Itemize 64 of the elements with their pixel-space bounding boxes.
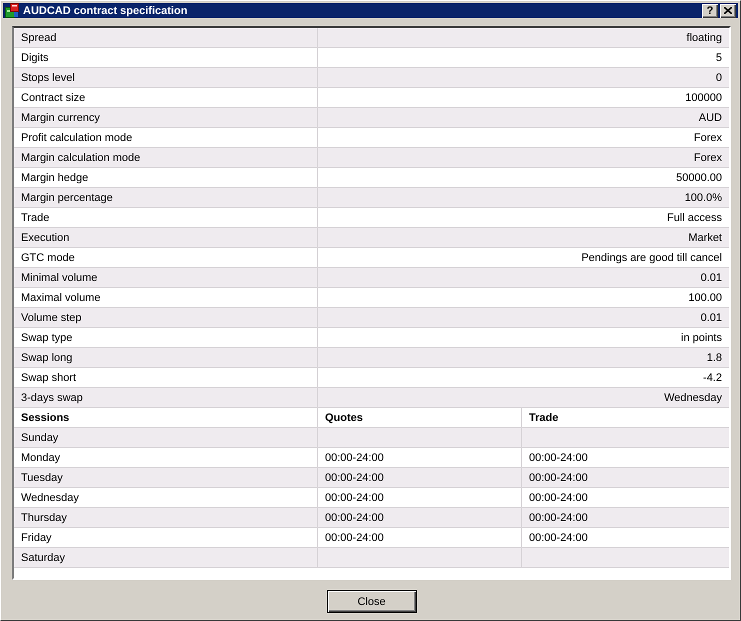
property-value-cell-text: 1.8 xyxy=(706,350,723,366)
close-window-button[interactable] xyxy=(720,4,736,18)
day-cell: Friday xyxy=(14,528,318,547)
property-name-cell: Execution xyxy=(14,228,318,247)
column-header: Trade xyxy=(528,410,560,426)
property-name-cell: Stops level xyxy=(14,68,318,87)
property-value-cell-text: 0.01 xyxy=(700,310,723,326)
property-value-cell-text: in points xyxy=(680,330,723,346)
trade-cell-text: 00:00-24:00 xyxy=(528,470,589,486)
property-name-cell: Maximal volume xyxy=(14,288,318,307)
property-name-cell: Digits xyxy=(14,48,318,67)
property-value-cell-text: AUD xyxy=(698,110,723,126)
property-name-cell: Margin hedge xyxy=(14,168,318,187)
property-name-cell: Minimal volume xyxy=(14,268,318,287)
help-button[interactable]: ? xyxy=(702,4,718,18)
property-name-cell: Margin calculation mode xyxy=(14,148,318,167)
day-cell: Saturday xyxy=(14,548,318,567)
quotes-cell: 00:00-24:00 xyxy=(318,508,522,527)
day-cell: Tuesday xyxy=(14,468,318,487)
property-value-cell-text: -4.2 xyxy=(702,370,723,386)
property-value-cell-text: 0.01 xyxy=(700,270,723,286)
property-value-cell-text: 50000.00 xyxy=(675,170,723,186)
trade-cell-text: 00:00-24:00 xyxy=(528,490,589,506)
property-value-cell-text: Forex xyxy=(692,150,723,166)
property-name-cell: Swap type xyxy=(14,328,318,347)
property-name-cell: Profit calculation mode xyxy=(14,128,318,147)
property-name-cell: Trade xyxy=(14,208,318,227)
property-value-cell-text: 100.0% xyxy=(684,190,723,206)
property-value-cell-text: floating xyxy=(686,30,723,46)
property-value-cell-text: 100.00 xyxy=(687,290,723,306)
property-value-cell-text: Market xyxy=(687,230,723,246)
close-button[interactable]: Close xyxy=(326,590,416,613)
property-value-cell-text: 5 xyxy=(714,50,723,66)
property-name-cell: Margin currency xyxy=(14,108,318,127)
quotes-cell: 00:00-24:00 xyxy=(318,488,522,507)
trade-cell-text: 00:00-24:00 xyxy=(528,510,589,526)
property-value-cell-text: Full access xyxy=(666,210,723,226)
property-name-cell: GTC mode xyxy=(14,248,318,267)
property-value-cell-text: 0 xyxy=(714,70,723,86)
property-name-cell: Margin percentage xyxy=(14,188,318,207)
property-name-cell: Swap long xyxy=(14,348,318,367)
day-cell: Thursday xyxy=(14,508,318,527)
property-value-cell-text: Wednesday xyxy=(663,390,723,406)
trade-cell-text: 00:00-24:00 xyxy=(528,450,589,466)
close-icon xyxy=(724,7,732,14)
window-title: AUDCAD contract specification xyxy=(23,4,188,16)
property-value-cell-text: Forex xyxy=(692,130,723,146)
day-cell: Monday xyxy=(14,448,318,467)
column-header: Sessions xyxy=(14,408,318,427)
property-name-cell: Contract size xyxy=(14,88,318,107)
property-name-cell: Swap short xyxy=(14,368,318,387)
property-name-cell: 3-days swap xyxy=(14,388,318,407)
app-icon xyxy=(5,3,19,18)
property-name-cell: Volume step xyxy=(14,308,318,327)
property-value-cell-text: Pendings are good till cancel xyxy=(580,250,723,266)
column-header: Quotes xyxy=(318,408,522,427)
day-cell: Wednesday xyxy=(14,488,318,507)
property-name-cell: Spread xyxy=(14,28,318,47)
trade-cell-text: 00:00-24:00 xyxy=(528,530,589,546)
property-value-cell-text: 100000 xyxy=(684,90,723,106)
day-cell: Sunday xyxy=(14,428,318,447)
quotes-cell: 00:00-24:00 xyxy=(318,468,522,487)
quotes-cell: 00:00-24:00 xyxy=(318,448,522,467)
quotes-cell: 00:00-24:00 xyxy=(318,528,522,547)
